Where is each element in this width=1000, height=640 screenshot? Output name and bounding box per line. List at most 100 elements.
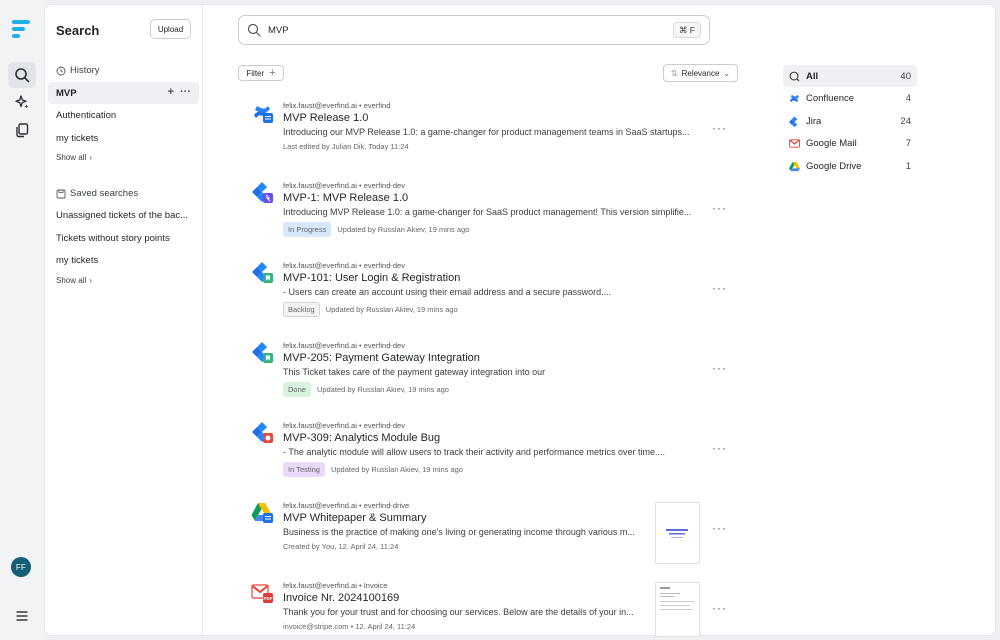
main-panel: Search Upload History MVP + ··· Authentic… <box>44 4 996 637</box>
result-title[interactable]: Invoice Nr. 2024100169 <box>283 592 399 604</box>
facet-label: Google Drive <box>806 160 862 172</box>
result-updated: Created by You, 12. April 24, 11:24 <box>283 542 399 551</box>
search-result[interactable]: felix.faust@everfind.ai • everfind-dev MV… <box>249 181 709 245</box>
result-more-button[interactable]: ··· <box>712 441 727 455</box>
result-snippet: Introducing MVP Release 1.0: a game-chan… <box>283 207 692 217</box>
history-item[interactable]: my tickets <box>48 127 199 149</box>
show-all-label: Show all <box>56 276 87 285</box>
result-snippet: Business is the practice of making one's… <box>283 527 635 537</box>
saved-show-all-link[interactable]: Show all › <box>56 276 92 285</box>
filter-button[interactable]: Filter + <box>238 65 284 81</box>
saved-search-label: Unassigned tickets of the bac... <box>56 209 189 221</box>
result-updated: Updated by Russlan Akiev, 19 mins ago <box>337 225 470 234</box>
history-item-label: Authentication <box>56 109 117 121</box>
result-meta: felix.faust@everfind.ai • everfind-drive <box>283 501 410 510</box>
saved-search-item[interactable]: my tickets <box>48 249 199 271</box>
result-updated: Updated by Russlan Akiev, 19 mins ago <box>316 385 449 394</box>
facet-count: 40 <box>900 70 911 82</box>
result-title[interactable]: MVP-309: Analytics Module Bug <box>283 432 440 444</box>
google-mail-icon: PDF <box>251 581 273 603</box>
document-thumbnail[interactable] <box>655 502 700 564</box>
sort-icon: ⇅ <box>670 68 678 78</box>
search-input[interactable]: MVP ⌘ F <box>238 15 710 45</box>
facet-confluence[interactable]: Confluence 4 <box>783 88 917 110</box>
search-sidebar: Search Upload History MVP + ··· Authentic… <box>45 5 203 635</box>
result-title[interactable]: MVP-101: User Login & Registration <box>283 272 460 284</box>
google-mail-icon <box>789 138 800 149</box>
saved-searches-header: Saved searches <box>56 188 138 199</box>
search-result[interactable]: felix.faust@everfind.ai • everfind-dev MV… <box>249 341 709 405</box>
search-all-icon <box>789 71 800 82</box>
result-meta: felix.faust@everfind.ai • everfind <box>283 101 391 110</box>
documents-nav-button[interactable] <box>8 117 36 143</box>
facet-label: Confluence <box>806 93 855 104</box>
status-badge: Done <box>283 382 311 397</box>
facet-label: Google Mail <box>806 138 857 149</box>
history-item[interactable]: Authentication <box>48 104 199 126</box>
facet-all[interactable]: All 40 <box>783 65 917 87</box>
facet-count: 7 <box>905 138 911 149</box>
search-icon <box>15 68 30 83</box>
facet-label: Jira <box>806 115 822 127</box>
search-result[interactable]: felix.faust@everfind.ai • everfind-dev MV… <box>249 421 709 485</box>
menu-button[interactable] <box>8 603 36 629</box>
status-badge: Backlog <box>283 302 320 317</box>
result-more-button[interactable]: ··· <box>712 121 727 135</box>
search-result[interactable]: felix.faust@everfind.ai • everfind-drive… <box>249 501 709 565</box>
search-result[interactable]: PDF felix.faust@everfind.ai • Invoice Invo… <box>249 581 709 640</box>
filter-label: Filter <box>246 68 265 78</box>
result-more-button[interactable]: ··· <box>712 361 727 375</box>
result-meta: felix.faust@everfind.ai • Invoice <box>283 581 388 590</box>
add-icon[interactable]: + <box>168 86 174 98</box>
sort-label: Relevance <box>681 68 720 78</box>
result-title[interactable]: MVP-205: Payment Gateway Integration <box>283 352 480 364</box>
result-more-button[interactable]: ··· <box>712 521 727 535</box>
plus-icon: + <box>269 67 276 79</box>
result-more-button[interactable]: ··· <box>712 601 727 615</box>
facet-google-drive[interactable]: Google Drive 1 <box>783 155 917 177</box>
result-title[interactable]: MVP Release 1.0 <box>283 112 368 124</box>
facet-count: 4 <box>905 93 911 104</box>
facet-google-mail[interactable]: Google Mail 7 <box>783 133 917 155</box>
history-item[interactable]: MVP + ··· <box>48 82 199 104</box>
google-drive-icon <box>789 161 800 172</box>
shortcut-hint: ⌘ F <box>672 22 701 38</box>
saved-search-item[interactable]: Tickets without story points <box>48 227 199 249</box>
history-item-label: MVP <box>56 87 77 99</box>
saved-searches-label: Saved searches <box>70 188 139 199</box>
more-icon[interactable]: ··· <box>180 86 191 98</box>
result-more-button[interactable]: ··· <box>712 281 727 295</box>
result-updated: Updated by Russlan Akiev, 19 mins ago <box>330 465 463 474</box>
sort-dropdown[interactable]: ⇅ Relevance ⌄ <box>663 64 738 82</box>
copy-icon <box>16 123 29 138</box>
jira-icon <box>251 181 273 203</box>
search-nav-button[interactable] <box>8 62 36 88</box>
app-logo <box>12 20 32 38</box>
result-title[interactable]: MVP Whitepaper & Summary <box>283 512 426 524</box>
search-result[interactable]: felix.faust@everfind.ai • everfind-dev MV… <box>249 261 709 325</box>
search-result[interactable]: felix.faust@everfind.ai • everfind MVP Re… <box>249 101 709 165</box>
upload-button[interactable]: Upload <box>150 19 191 39</box>
chevron-right-icon: › <box>89 153 92 162</box>
history-show-all-link[interactable]: Show all › <box>56 153 92 162</box>
confluence-icon <box>789 93 800 104</box>
app-rail: FF <box>0 0 44 640</box>
saved-search-item[interactable]: Unassigned tickets of the bac... <box>48 204 199 226</box>
assistant-nav-button[interactable] <box>8 89 36 115</box>
facet-jira[interactable]: Jira 24 <box>783 110 917 132</box>
result-meta: felix.faust@everfind.ai • everfind-dev <box>283 421 405 430</box>
sparkles-icon <box>15 95 29 109</box>
facet-count: 24 <box>900 115 911 127</box>
jira-icon <box>251 261 273 283</box>
result-updated: invoice@stripe.com • 12. April 24, 11:24 <box>283 622 416 631</box>
user-avatar[interactable]: FF <box>11 557 31 577</box>
result-footer: In Testing Updated by Russlan Akiev, 19 m… <box>283 462 463 477</box>
result-more-button[interactable]: ··· <box>712 201 727 215</box>
result-title[interactable]: MVP-1: MVP Release 1.0 <box>283 192 408 204</box>
status-badge: In Testing <box>283 462 325 477</box>
svg-text:PDF: PDF <box>264 596 273 601</box>
source-facets: All 40 Confluence 4 Jira 24 Google Mail 7 Google… <box>783 65 917 178</box>
invoice-thumbnail[interactable] <box>655 582 700 637</box>
history-icon <box>56 66 66 75</box>
invoice-preview <box>660 587 695 610</box>
